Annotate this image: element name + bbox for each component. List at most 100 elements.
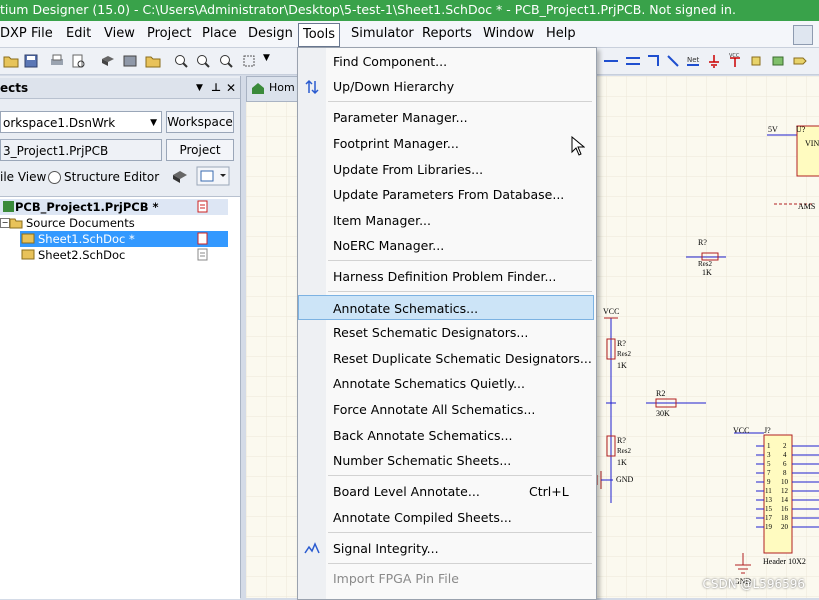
signal-harness-icon[interactable] <box>646 53 662 69</box>
header-pin-15: 15 <box>765 505 773 513</box>
select-tool-icon[interactable] <box>242 53 258 69</box>
menu-item-annotate-compiled[interactable]: Annotate Compiled Sheets... <box>298 505 594 530</box>
pin-icon[interactable]: ⊥ <box>211 78 221 98</box>
compile-icon[interactable] <box>170 168 190 186</box>
watermark: CSDN @L596596 <box>702 577 805 591</box>
zoom-selected-icon[interactable] <box>218 53 234 69</box>
menu-item-harness-definition-finder[interactable]: Harness Definition Problem Finder... <box>298 264 594 289</box>
menu-help[interactable]: Help <box>543 25 579 43</box>
tree-row-sheet1[interactable]: Sheet1.SchDoc * <box>20 231 228 247</box>
header-pin-14: 14 <box>781 496 789 504</box>
zoom-area-icon[interactable] <box>195 53 211 69</box>
menu-reports[interactable]: Reports <box>419 25 475 43</box>
label-r-low: R? <box>617 436 626 445</box>
open-folder-icon[interactable] <box>3 53 19 69</box>
header-pin-6: 6 <box>783 460 787 468</box>
menu-item-footprint-manager[interactable]: Footprint Manager... <box>298 131 594 156</box>
tree-sheet1-label: Sheet1.SchDoc * <box>38 232 135 246</box>
menu-item-reset-designators[interactable]: Reset Schematic Designators... <box>298 320 594 345</box>
menu-item-update-from-libraries[interactable]: Update From Libraries... <box>298 157 594 182</box>
board-3d-icon[interactable] <box>100 53 116 69</box>
project-button[interactable]: Project <box>166 139 234 161</box>
menu-item-parameter-manager[interactable]: Parameter Manager... <box>298 105 594 130</box>
folder-icon[interactable] <box>145 53 161 69</box>
menu-place[interactable]: Place <box>199 25 240 43</box>
label-1k-mid: 1K <box>617 361 627 370</box>
tree-sheet2-label: Sheet2.SchDoc <box>38 248 126 262</box>
layers-icon[interactable] <box>122 53 138 69</box>
menu-item-signal-integrity[interactable]: Signal Integrity... <box>298 536 594 561</box>
menu-tools[interactable]: Tools <box>298 23 341 47</box>
zoom-fit-icon[interactable] <box>173 53 189 69</box>
menu-item-force-annotate-all[interactable]: Force Annotate All Schematics... <box>298 397 594 422</box>
menu-separator <box>328 260 592 261</box>
menu-window[interactable]: Window <box>480 25 537 43</box>
bus-tool-icon[interactable] <box>625 53 641 69</box>
menu-item-label: Back Annotate Schematics... <box>333 428 513 443</box>
menu-item-board-level-annotate[interactable]: Board Level Annotate... Ctrl+L <box>298 479 594 504</box>
menu-item-label: Harness Definition Problem Finder... <box>333 269 557 284</box>
menu-edit[interactable]: Edit <box>63 25 94 43</box>
menu-view[interactable]: View <box>101 25 138 43</box>
menu-item-label: Import FPGA Pin File <box>333 571 459 586</box>
menu-item-noerc-manager[interactable]: NoERC Manager... <box>298 233 594 258</box>
menu-file[interactable]: File <box>28 25 56 43</box>
place-part-icon[interactable] <box>748 53 764 69</box>
structure-editor-radio[interactable] <box>48 171 61 184</box>
menu-item-label: Reset Duplicate Schematic Designators... <box>333 351 592 366</box>
print-preview-icon[interactable] <box>70 53 86 69</box>
label-r-top: R? <box>698 238 707 247</box>
menu-dxp[interactable]: DXP <box>0 25 30 43</box>
menu-item-annotate-quietly[interactable]: Annotate Schematics Quietly... <box>298 371 594 396</box>
document-icon <box>197 248 208 261</box>
vcc-port-icon[interactable]: VCC <box>727 53 743 69</box>
label-vcc-2: VCC <box>733 426 749 435</box>
bus-entry-icon[interactable] <box>665 53 681 69</box>
menu-item-label: Find Component... <box>333 54 448 69</box>
menu-item-label: Item Manager... <box>333 213 431 228</box>
tree-row-sheet2[interactable]: Sheet2.SchDoc <box>20 247 228 263</box>
tree-project-label: PCB_Project1.PrjPCB * <box>15 200 159 214</box>
spellcheck-icon[interactable] <box>793 25 813 45</box>
label-res2-low: Res2 <box>617 447 632 455</box>
net-label-icon[interactable]: Net <box>685 53 701 69</box>
tree-row-project[interactable]: PCB_Project1.PrjPCB * <box>0 199 228 215</box>
menu-simulator[interactable]: Simulator <box>348 25 417 43</box>
label-r-mid: R? <box>617 339 626 348</box>
menu-item-update-parameters-database[interactable]: Update Parameters From Database... <box>298 182 594 207</box>
gnd-port-icon[interactable] <box>706 53 722 69</box>
menu-item-find-component[interactable]: Find Component... <box>298 49 594 74</box>
print-icon[interactable] <box>49 53 65 69</box>
menu-project[interactable]: Project <box>144 25 194 43</box>
close-icon[interactable]: ✕ <box>226 78 236 98</box>
menu-item-label: Annotate Schematics... <box>333 301 479 316</box>
project-field[interactable]: 3_Project1.PrjPCB <box>0 139 162 161</box>
menu-item-label: Reset Schematic Designators... <box>333 325 529 340</box>
project-options-icon[interactable] <box>196 166 230 186</box>
header-pin-9: 9 <box>767 478 771 486</box>
header-pin-11: 11 <box>765 487 772 495</box>
menu-item-annotate-schematics[interactable]: Annotate Schematics... <box>298 295 594 320</box>
menu-item-label: Force Annotate All Schematics... <box>333 402 536 417</box>
menu-item-number-sheets[interactable]: Number Schematic Sheets... <box>298 448 594 473</box>
menu-item-reset-duplicate-designators[interactable]: Reset Duplicate Schematic Designators... <box>298 346 594 371</box>
menu-item-item-manager[interactable]: Item Manager... <box>298 208 594 233</box>
title-bar: tium Designer (15.0) - C:\Users\Administ… <box>0 0 819 21</box>
schematic-doc-icon <box>21 249 35 260</box>
workspace-button[interactable]: Workspace <box>166 111 234 133</box>
wire-tool-icon[interactable] <box>603 53 619 69</box>
file-view-label[interactable]: ile View <box>0 170 46 184</box>
port-icon[interactable] <box>792 53 808 69</box>
header-pin-19: 19 <box>765 523 773 531</box>
label-1k-low: 1K <box>617 458 627 467</box>
header-pin-8: 8 <box>783 469 787 477</box>
sheet-symbol-icon[interactable] <box>770 53 786 69</box>
menu-item-up-down-hierarchy[interactable]: Up/Down Hierarchy <box>298 74 594 99</box>
window-title: tium Designer (15.0) - C:\Users\Administ… <box>0 2 736 17</box>
chevron-down-icon[interactable]: ▼ <box>263 53 270 63</box>
menu-item-back-annotate[interactable]: Back Annotate Schematics... <box>298 423 594 448</box>
workspace-combo[interactable]: orkspace1.DsnWrk ▼ <box>0 111 162 133</box>
panel-menu-icon[interactable]: ▼ <box>196 78 203 98</box>
menu-design[interactable]: Design <box>245 25 296 43</box>
save-icon[interactable] <box>23 53 39 69</box>
